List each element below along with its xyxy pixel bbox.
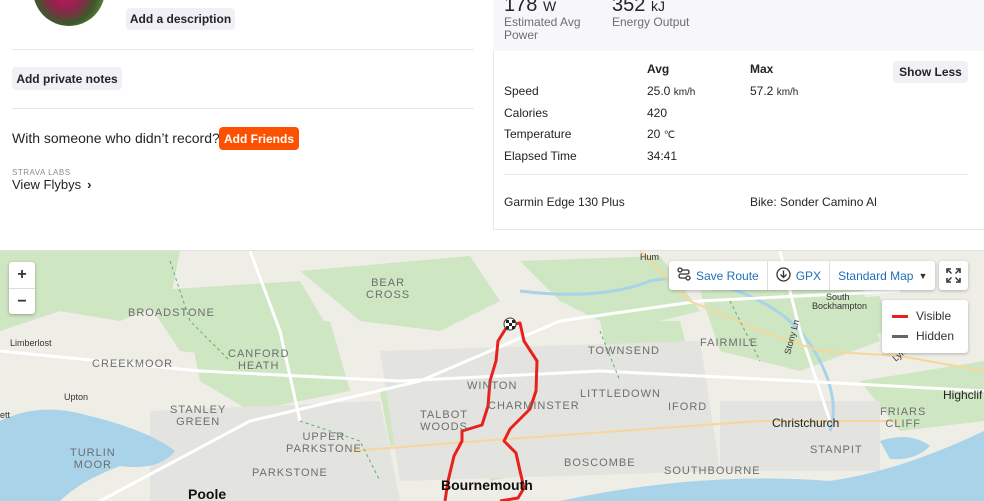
- place-label: FAIRMILE: [700, 337, 759, 349]
- finish-marker: [503, 317, 517, 331]
- legend-visible-label: Visible: [916, 309, 952, 323]
- divider: [12, 108, 474, 109]
- legend-hidden: Hidden: [892, 329, 954, 343]
- place-label: Highclif: [943, 388, 983, 402]
- place-label: Bockhampton: [812, 301, 868, 311]
- add-private-notes-button[interactable]: Add private notes: [12, 67, 122, 90]
- place-label: LITTLEDOWN: [580, 388, 661, 400]
- visible-swatch: [892, 314, 908, 318]
- legend-visible: Visible: [892, 309, 951, 323]
- legend-hidden-label: Hidden: [916, 329, 955, 343]
- place-label: BEAR CROSS: [366, 277, 411, 301]
- athlete-avatar[interactable]: [33, 0, 105, 26]
- add-friends-button[interactable]: Add Friends: [219, 127, 299, 150]
- place-label: STANLEY GREEN: [170, 404, 227, 428]
- place-label: Limberlost: [10, 338, 52, 348]
- save-route-label: Save Route: [696, 268, 759, 283]
- stat-avg: 25.0 km/h: [647, 84, 696, 98]
- bike-name[interactable]: Bike: Sonder Camino Al: [750, 195, 877, 209]
- caret-down-icon: ▼: [918, 270, 928, 281]
- power-label: Estimated Avg Power: [504, 15, 581, 42]
- fullscreen-icon: [946, 268, 961, 283]
- map-toolbar: Save Route GPX Standard Map ▼: [669, 261, 936, 290]
- place-label: WINTON: [467, 380, 518, 392]
- map-legend: Visible Hidden: [882, 300, 968, 353]
- place-label: Upton: [64, 392, 89, 402]
- route-icon: [677, 267, 691, 284]
- place-label: TOWNSEND: [588, 345, 660, 357]
- place-label: SOUTHBOURNE: [664, 465, 761, 477]
- place-label: Hum: [640, 252, 660, 262]
- save-route-button[interactable]: Save Route: [669, 261, 768, 290]
- max-column-header: Max: [750, 62, 774, 76]
- place-label: Poole: [188, 486, 227, 501]
- view-flybys-label: View Flybys: [12, 177, 82, 192]
- place-label: Christchurch: [772, 416, 840, 430]
- place-label: CREEKMOOR: [92, 358, 174, 370]
- zoom-control: + −: [9, 262, 35, 314]
- view-flybys-link[interactable]: View Flybys ›: [12, 177, 91, 192]
- stat-avg: 34:41: [647, 149, 678, 163]
- place-label: STANPIT: [810, 444, 863, 456]
- device-name: Garmin Edge 130 Plus: [504, 195, 625, 209]
- map-type-select[interactable]: Standard Map ▼: [830, 261, 935, 290]
- place-label: IFORD: [668, 401, 708, 413]
- zoom-out-button[interactable]: −: [9, 289, 35, 315]
- stat-label: Elapsed Time: [504, 149, 577, 163]
- place-label: TURLIN MOOR: [70, 447, 116, 471]
- place-label: Bournemouth: [441, 477, 533, 493]
- show-less-button[interactable]: Show Less: [893, 61, 968, 83]
- with-someone-text: With someone who didn’t record?: [12, 130, 220, 146]
- zoom-in-button[interactable]: +: [9, 262, 35, 288]
- place-label: FRIARS CLIFF: [880, 406, 927, 430]
- stat-max: 57.2 km/h: [750, 84, 799, 98]
- energy-label: Energy Output: [612, 15, 690, 29]
- stat-avg: 420: [647, 106, 668, 120]
- gpx-button[interactable]: GPX: [768, 261, 831, 290]
- hidden-swatch: [892, 334, 908, 338]
- stat-label: Speed: [504, 84, 539, 98]
- divider: [504, 174, 968, 175]
- divider: [12, 49, 474, 50]
- chevron-right-icon: ›: [87, 177, 92, 192]
- place-label: BOSCOMBE: [564, 457, 636, 469]
- place-label: BROADSTONE: [128, 307, 215, 319]
- download-icon: [776, 266, 791, 285]
- add-description-button[interactable]: Add a description: [126, 8, 235, 30]
- place-label: CHARMINSTER: [488, 400, 580, 412]
- stat-label: Temperature: [504, 127, 572, 141]
- strava-labs-label: STRAVA LABS: [12, 168, 71, 177]
- avg-column-header: Avg: [647, 62, 670, 76]
- stat-avg: 20 ℃: [647, 127, 675, 141]
- place-label: TALBOT WOODS: [420, 409, 468, 433]
- fullscreen-button[interactable]: [939, 261, 968, 290]
- map-type-label: Standard Map: [838, 268, 914, 283]
- place-label: ett: [0, 410, 11, 420]
- place-label: PARKSTONE: [252, 467, 328, 479]
- place-label: CANFORD HEATH: [228, 348, 290, 372]
- gpx-label: GPX: [795, 268, 822, 283]
- place-label: UPPER PARKSTONE: [286, 431, 362, 455]
- stat-label: Calories: [504, 106, 549, 120]
